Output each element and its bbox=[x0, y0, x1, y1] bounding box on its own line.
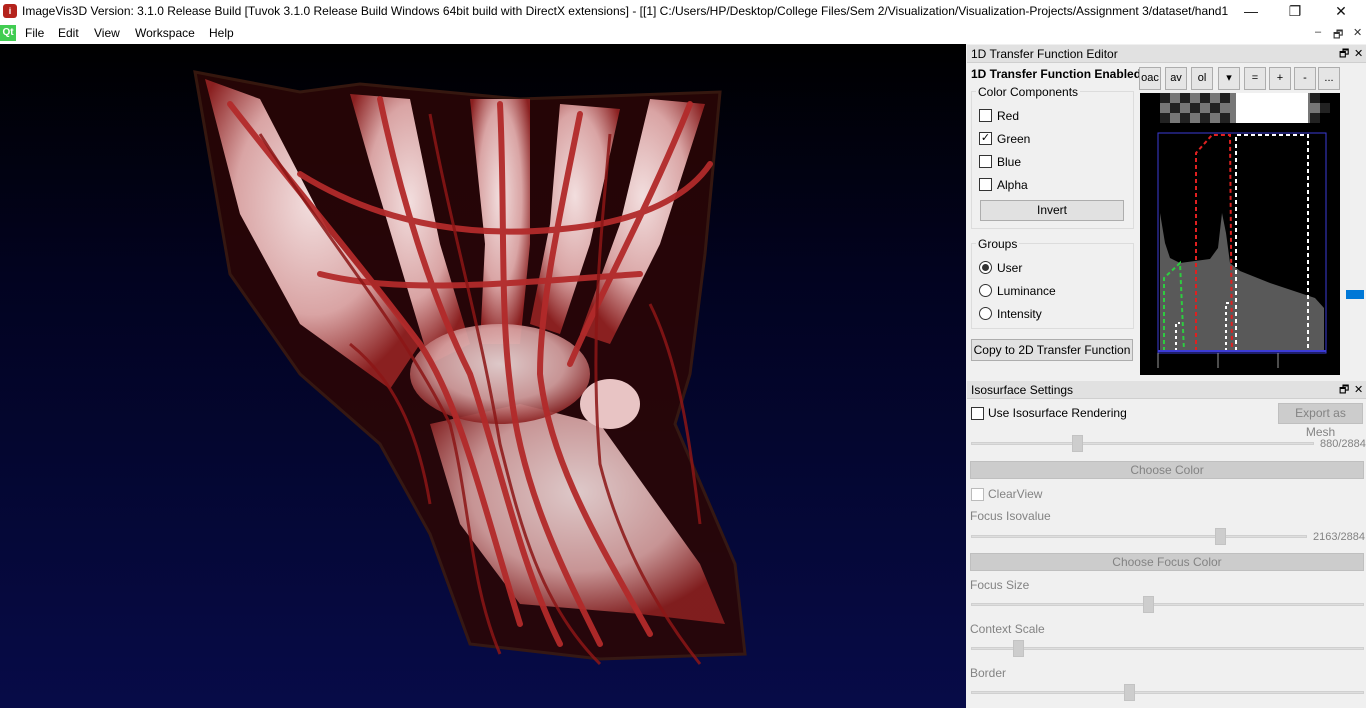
luminance-label: Luminance bbox=[997, 284, 1056, 298]
iso-slider-handle[interactable] bbox=[1072, 435, 1084, 452]
clearview-checkbox[interactable] bbox=[971, 488, 984, 501]
border-label: Border bbox=[970, 666, 1007, 680]
close-icon[interactable]: ✕ bbox=[1354, 45, 1363, 63]
tf-editor-title: 1D Transfer Function Editor bbox=[971, 47, 1118, 61]
clearview-label: ClearView bbox=[988, 487, 1043, 501]
use-iso-label: Use Isosurface Rendering bbox=[988, 406, 1127, 420]
user-radio[interactable] bbox=[979, 261, 992, 274]
luminance-radio[interactable] bbox=[979, 284, 992, 297]
menu-bar bbox=[0, 23, 1366, 44]
app-icon: i bbox=[3, 4, 17, 18]
menu-workspace[interactable]: Workspace bbox=[135, 26, 195, 40]
border-slider-groove[interactable] bbox=[971, 691, 1364, 694]
plus-button[interactable]: + bbox=[1269, 67, 1291, 90]
tool-button-2[interactable]: av bbox=[1165, 67, 1187, 90]
iso-title-bar: Isosurface Settings 🗗 ✕ bbox=[967, 381, 1366, 399]
border-slider-handle[interactable] bbox=[1123, 684, 1135, 701]
tf-enabled-label: 1D Transfer Function Enabled bbox=[971, 67, 1142, 81]
red-checkbox[interactable] bbox=[979, 109, 992, 122]
blue-label: Blue bbox=[997, 155, 1022, 169]
alpha-checkbox[interactable] bbox=[979, 178, 992, 191]
focus-size-slider-groove[interactable] bbox=[971, 603, 1364, 606]
green-checkbox[interactable]: ✓ bbox=[979, 132, 992, 145]
tool-button-1[interactable]: oac bbox=[1139, 67, 1161, 90]
more-button[interactable]: ... bbox=[1318, 67, 1340, 90]
context-scale-slider-handle[interactable] bbox=[1013, 640, 1025, 657]
transfer-function-canvas[interactable] bbox=[1140, 93, 1340, 375]
alpha-label: Alpha bbox=[997, 178, 1028, 192]
red-label: Red bbox=[997, 109, 1020, 123]
intensity-label: Intensity bbox=[997, 307, 1042, 321]
context-scale-slider-groove[interactable] bbox=[971, 647, 1364, 650]
iso-value: 880/2884 bbox=[1320, 438, 1366, 450]
float-icon[interactable]: 🗗 bbox=[1339, 45, 1349, 63]
hand-volume-render bbox=[193, 70, 747, 666]
color-components-title: Color Components bbox=[976, 85, 1081, 99]
iso-title: Isosurface Settings bbox=[971, 383, 1074, 397]
mdi-close-button[interactable]: ✕ bbox=[1353, 26, 1362, 39]
maximize-button[interactable]: ❐ bbox=[1272, 0, 1318, 23]
color-preview-strip bbox=[1160, 93, 1330, 123]
export-mesh-button[interactable]: Export as Mesh bbox=[1278, 403, 1363, 439]
minus-button[interactable]: - bbox=[1294, 67, 1316, 90]
close-button[interactable]: ✕ bbox=[1318, 0, 1364, 23]
menu-file[interactable]: File bbox=[25, 26, 44, 40]
mdi-restore-button[interactable]: 🗗 bbox=[1333, 26, 1343, 45]
blue-checkbox[interactable] bbox=[979, 155, 992, 168]
mdi-minimize-button[interactable]: – bbox=[1315, 26, 1321, 38]
title-bar: i ImageVis3D Version: 3.1.0 Release Buil… bbox=[0, 0, 1366, 23]
float-icon[interactable]: 🗗 bbox=[1339, 381, 1349, 399]
focus-iso-slider-groove[interactable] bbox=[971, 535, 1307, 538]
focus-iso-slider-handle[interactable] bbox=[1214, 528, 1226, 545]
green-label: Green bbox=[997, 132, 1031, 146]
tf-histogram-plot bbox=[1157, 93, 1330, 368]
qt-logo-icon: Qt bbox=[0, 25, 16, 41]
render-viewport[interactable] bbox=[0, 44, 966, 708]
iso-slider-groove[interactable] bbox=[971, 442, 1314, 445]
context-scale-label: Context Scale bbox=[970, 622, 1045, 636]
menu-view[interactable]: View bbox=[94, 26, 120, 40]
menu-edit[interactable]: Edit bbox=[58, 26, 79, 40]
dropdown-arrow-icon[interactable]: ▾ bbox=[1218, 67, 1240, 90]
copy-to-2d-button[interactable]: Copy to 2D Transfer Function bbox=[971, 339, 1133, 361]
focus-iso-value: 2163/2884 bbox=[1313, 531, 1365, 543]
dock-scroll-handle[interactable] bbox=[1346, 290, 1364, 299]
minimize-button[interactable]: — bbox=[1228, 0, 1274, 23]
tool-button-3[interactable]: ol bbox=[1191, 67, 1213, 90]
focus-size-label: Focus Size bbox=[970, 578, 1030, 592]
choose-focus-color-button[interactable]: Choose Focus Color bbox=[970, 553, 1364, 571]
menu-help[interactable]: Help bbox=[209, 26, 234, 40]
invert-button[interactable]: Invert bbox=[980, 200, 1124, 221]
close-icon[interactable]: ✕ bbox=[1354, 381, 1363, 399]
equalize-button[interactable]: = bbox=[1244, 67, 1266, 90]
window-title: ImageVis3D Version: 3.1.0 Release Build … bbox=[22, 4, 1228, 18]
use-iso-checkbox[interactable] bbox=[971, 407, 984, 420]
choose-color-button[interactable]: Choose Color bbox=[970, 461, 1364, 479]
groups-title: Groups bbox=[976, 237, 1020, 251]
user-label: User bbox=[997, 261, 1023, 275]
intensity-radio[interactable] bbox=[979, 307, 992, 320]
focus-isovalue-label: Focus Isovalue bbox=[970, 509, 1051, 523]
tf-editor-title-bar: 1D Transfer Function Editor 🗗 ✕ bbox=[967, 45, 1366, 63]
focus-size-slider-handle[interactable] bbox=[1142, 596, 1154, 613]
